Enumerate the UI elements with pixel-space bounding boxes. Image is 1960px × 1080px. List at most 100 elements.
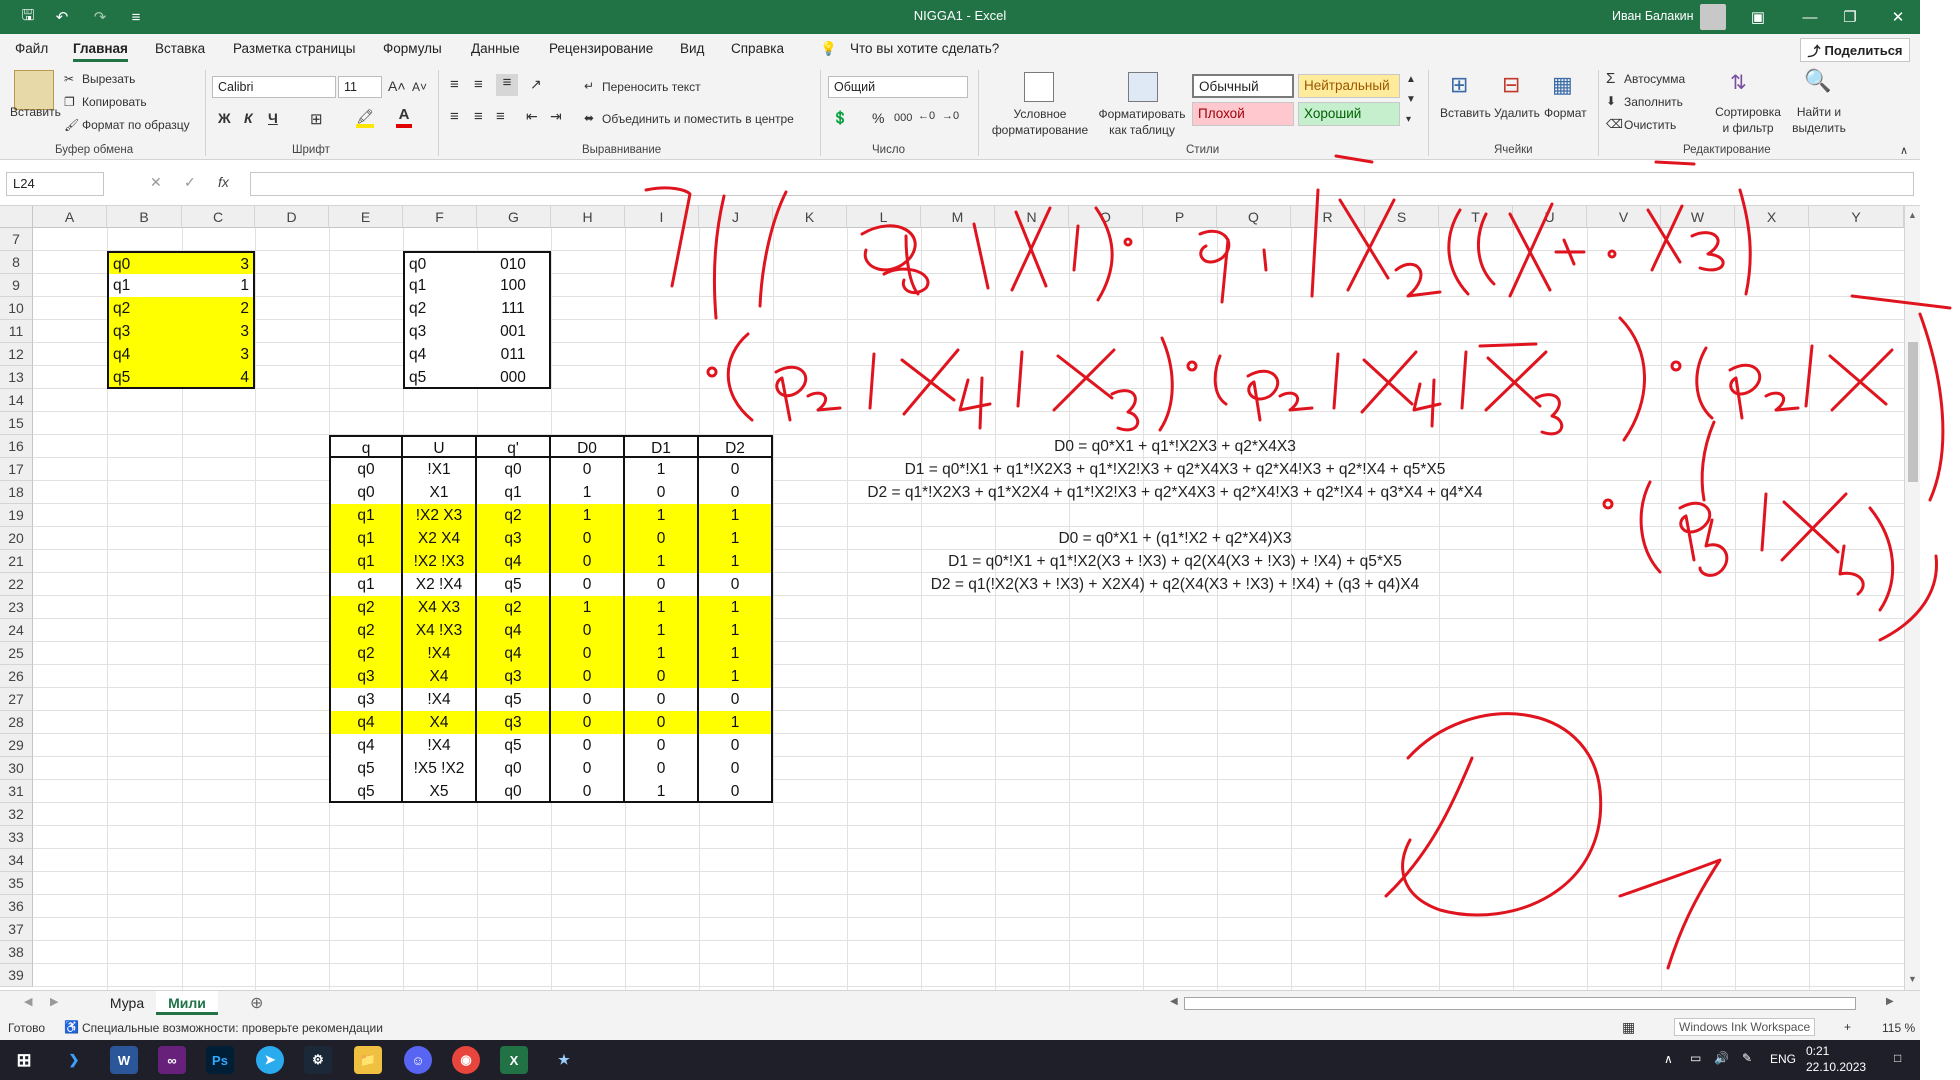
grow-font-icon[interactable]: A˄ xyxy=(388,78,406,94)
currency-icon[interactable]: 💲 xyxy=(832,110,848,126)
percent-icon[interactable]: % xyxy=(872,110,884,126)
name-box[interactable]: L24 xyxy=(6,172,104,196)
row-header[interactable]: 32 xyxy=(0,803,33,826)
share-button[interactable]: ⤴ Поделиться xyxy=(1800,38,1910,62)
table-cell[interactable]: 0 xyxy=(551,619,625,642)
table-cell[interactable]: 1 xyxy=(699,596,773,619)
table-cell[interactable]: 0 xyxy=(625,711,699,734)
notifications-icon[interactable]: □ xyxy=(1894,1051,1901,1065)
table-cell[interactable]: 1 xyxy=(625,550,699,573)
table-cell[interactable]: 1 xyxy=(625,619,699,642)
cancel-icon[interactable]: ✕ xyxy=(150,174,162,191)
table-cell[interactable]: 0 xyxy=(699,458,773,481)
table-cell[interactable]: 0 xyxy=(551,665,625,688)
table-cell[interactable]: q4 xyxy=(477,619,551,642)
sheet-tab-moore[interactable]: Мура xyxy=(102,991,152,1015)
normal-view-icon[interactable]: ▦ xyxy=(1622,1019,1635,1036)
tab-review[interactable]: Рецензирование xyxy=(549,41,653,56)
table-cell[interactable]: 0 xyxy=(625,734,699,757)
scroll-up-icon[interactable]: ▲ xyxy=(1908,210,1917,220)
row-header[interactable]: 38 xyxy=(0,941,33,964)
column-header[interactable]: Q xyxy=(1217,206,1291,228)
table-cell[interactable]: q4 xyxy=(477,550,551,573)
column-header[interactable]: Y xyxy=(1809,206,1904,228)
table-cell[interactable]: 0 xyxy=(699,481,773,504)
style-good[interactable]: Хороший xyxy=(1298,102,1400,126)
shrink-font-icon[interactable]: A˅ xyxy=(412,80,427,94)
scissors-icon[interactable]: ✂ xyxy=(64,72,74,86)
table-cell[interactable]: 1 xyxy=(625,780,699,803)
collapse-ribbon-icon[interactable]: ∧ xyxy=(1900,144,1908,157)
tab-insert[interactable]: Вставка xyxy=(155,41,205,56)
column-header[interactable]: R xyxy=(1291,206,1365,228)
ribbon-display-icon[interactable]: ▣ xyxy=(1748,7,1768,27)
eraser-icon[interactable]: ⌫ xyxy=(1606,117,1623,131)
table-cell[interactable]: q1 xyxy=(329,504,403,527)
increase-decimal-icon[interactable]: ←0 xyxy=(918,110,935,122)
table-cell[interactable]: 0 xyxy=(625,665,699,688)
visual-studio-icon[interactable]: ∞ xyxy=(158,1046,186,1074)
table-cell[interactable]: !X5 !X2 xyxy=(403,757,477,780)
font-color-icon[interactable]: A xyxy=(396,106,412,128)
table-cell[interactable]: 1 xyxy=(551,596,625,619)
row-header[interactable]: 28 xyxy=(0,711,33,734)
table-cell[interactable]: 1 xyxy=(625,504,699,527)
next-sheet-icon[interactable]: ▶ xyxy=(50,995,58,1008)
row-header[interactable]: 20 xyxy=(0,527,33,550)
table-cell[interactable]: 010 xyxy=(477,251,551,274)
formula-input[interactable] xyxy=(250,172,1914,196)
format-as-table-icon[interactable] xyxy=(1128,72,1158,102)
add-sheet-icon[interactable]: ⊕ xyxy=(250,993,263,1013)
row-header[interactable]: 21 xyxy=(0,550,33,573)
table-cell[interactable]: 0 xyxy=(625,527,699,550)
table-cell[interactable]: 0 xyxy=(699,734,773,757)
tab-data[interactable]: Данные xyxy=(471,41,520,56)
table-cell[interactable]: q5 xyxy=(329,757,403,780)
column-header[interactable]: H xyxy=(551,206,625,228)
table-cell[interactable]: q0 xyxy=(477,780,551,803)
number-format-combo[interactable]: Общий xyxy=(828,76,968,98)
table-cell[interactable]: 0 xyxy=(699,573,773,596)
formula-text[interactable]: D2 = q1*!X2X3 + q1*X2X4 + q1*!X2!X3 + q2… xyxy=(847,481,1503,504)
table-header-cell[interactable]: D0 xyxy=(551,435,625,458)
cut-button[interactable]: Вырезать xyxy=(82,72,135,86)
table-cell[interactable]: q1 xyxy=(329,550,403,573)
format-cells-button[interactable]: Формат xyxy=(1544,106,1587,120)
autosum-button[interactable]: Автосумма xyxy=(1624,72,1685,86)
tab-file[interactable]: Файл xyxy=(15,41,48,56)
clock-date[interactable]: 22.10.2023 xyxy=(1806,1060,1866,1074)
column-header[interactable]: J xyxy=(699,206,773,228)
table-cell[interactable]: !X4 xyxy=(403,688,477,711)
format-painter-button[interactable]: Формат по образцу xyxy=(82,118,190,132)
table-cell[interactable]: q5 xyxy=(477,688,551,711)
close-icon[interactable]: ✕ xyxy=(1888,7,1908,27)
table-cell[interactable]: 0 xyxy=(551,458,625,481)
delete-cells-icon[interactable]: ⊟ xyxy=(1502,72,1520,98)
table-cell[interactable]: 0 xyxy=(625,757,699,780)
table-cell[interactable]: q3 xyxy=(329,688,403,711)
language-indicator[interactable]: ENG xyxy=(1770,1052,1796,1066)
tab-home[interactable]: Главная xyxy=(73,41,128,62)
autosum-icon[interactable]: Σ xyxy=(1606,70,1615,87)
scroll-down-icon[interactable]: ▼ xyxy=(1908,974,1917,984)
steam-icon[interactable]: ⚙ xyxy=(304,1046,332,1074)
table-cell[interactable]: 3 xyxy=(182,251,255,274)
telegram-icon[interactable]: ➤ xyxy=(256,1046,284,1074)
conditional-formatting-button[interactable]: Условное форматирование xyxy=(988,106,1092,138)
column-header[interactable]: S xyxy=(1365,206,1439,228)
align-right-icon[interactable]: ≡ xyxy=(496,108,505,125)
delete-cells-button[interactable]: Удалить xyxy=(1494,106,1540,120)
table-cell[interactable]: q4 xyxy=(329,711,403,734)
table-cell[interactable]: !X2 X3 xyxy=(403,504,477,527)
column-header[interactable]: U xyxy=(1513,206,1587,228)
vscode-icon[interactable]: ❯ xyxy=(60,1046,88,1074)
column-header[interactable]: P xyxy=(1143,206,1217,228)
table-cell[interactable]: 1 xyxy=(699,619,773,642)
row-header[interactable]: 30 xyxy=(0,757,33,780)
zoom-in-icon[interactable]: + xyxy=(1844,1020,1851,1034)
table-cell[interactable]: 000 xyxy=(477,366,551,389)
table-header-cell[interactable]: q xyxy=(329,435,403,458)
row-header[interactable]: 27 xyxy=(0,688,33,711)
table-cell[interactable]: 0 xyxy=(551,527,625,550)
table-cell[interactable]: 0 xyxy=(551,734,625,757)
